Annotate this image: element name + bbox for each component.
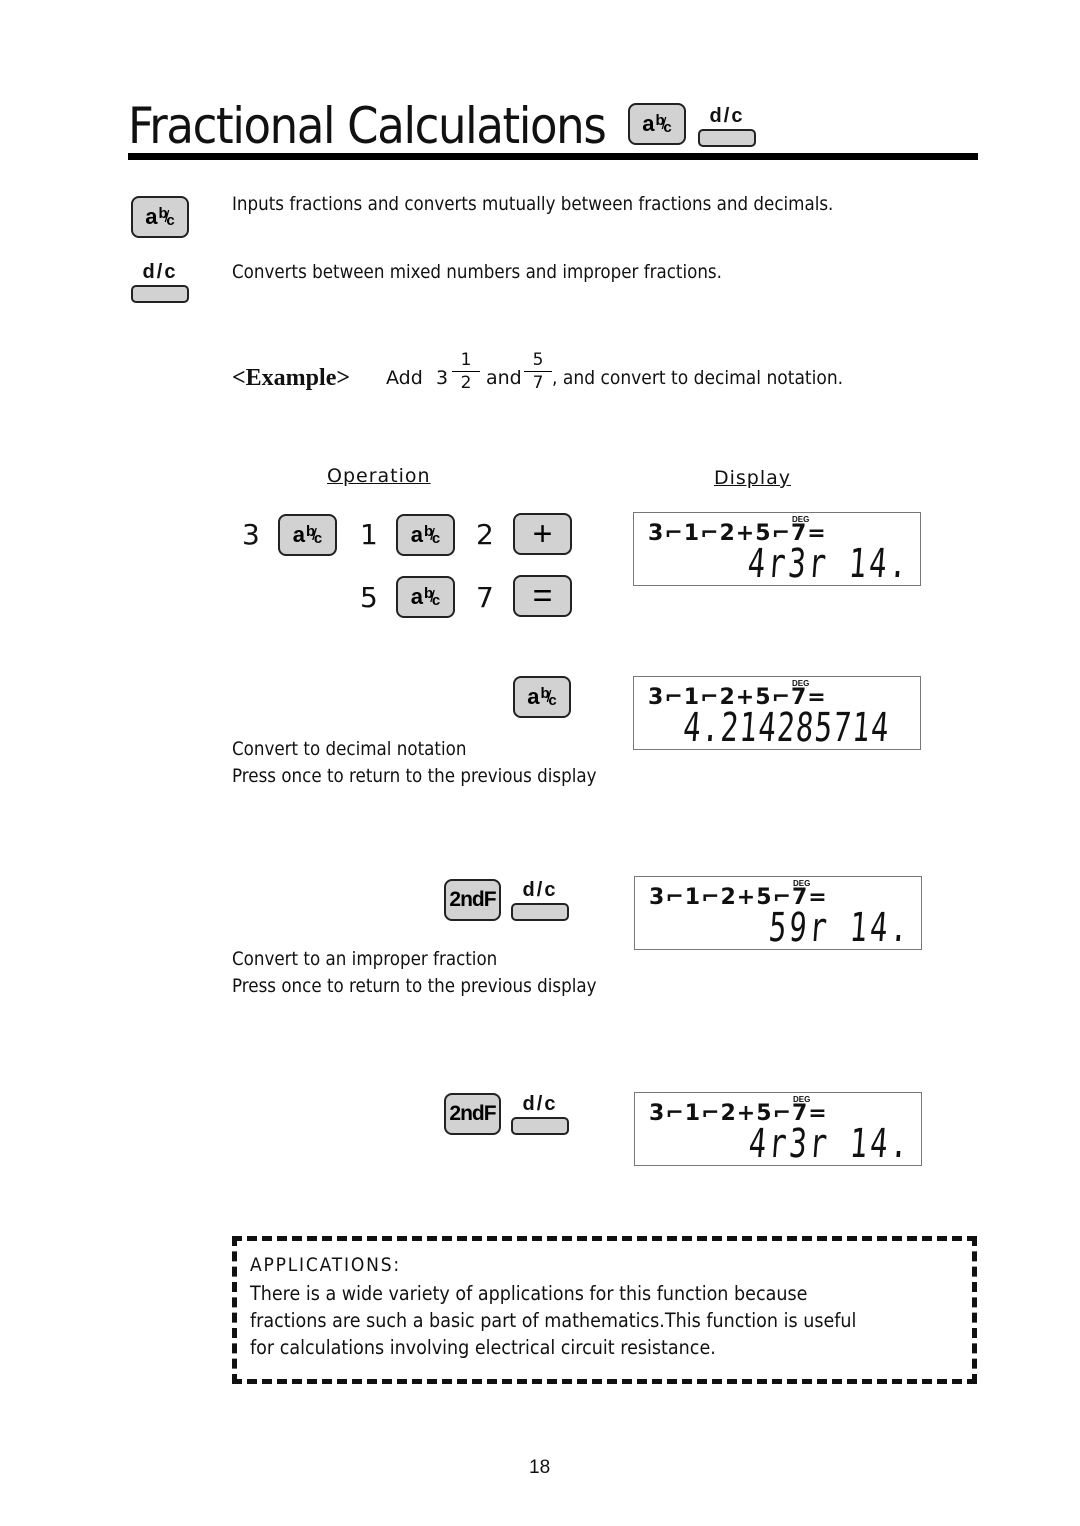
lcd-display: DEG 3⌐1⌐2+5⌐7= 59r 14.: [634, 876, 922, 951]
display-heading: Display: [714, 467, 792, 489]
fraction-five-sevenths: 5 7: [524, 350, 552, 393]
operation-heading: Operation: [327, 465, 431, 487]
step-note: Press once to return to the previous dis…: [232, 975, 597, 997]
lcd-result: 4r3r 14.: [747, 1121, 913, 1167]
example-tail: , and convert to decimal notation.: [552, 367, 844, 389]
dc-key-body: [698, 129, 756, 147]
second-function-key[interactable]: 2ndF: [444, 879, 501, 921]
dc-key-body: [511, 1117, 569, 1135]
page-number: 18: [529, 1457, 551, 1478]
fraction-denominator: 7: [532, 373, 544, 393]
abc-key-icon: a b / c: [131, 196, 189, 238]
abc-c: c: [663, 118, 672, 136]
lcd-display: DEG 3⌐1⌐2+5⌐7= 4r3r 14.: [633, 512, 921, 587]
dc-key-body: [131, 285, 189, 303]
title-rule: [128, 153, 978, 160]
lcd-result: 4r3r 14.: [746, 541, 912, 587]
dc-description: Converts between mixed numbers and impro…: [232, 261, 722, 283]
digit-1: 1: [360, 518, 378, 551]
abc-key[interactable]: a b / c: [278, 514, 337, 556]
fraction-bar: [452, 371, 480, 372]
applications-line: for calculations involving electrical ci…: [250, 1336, 716, 1359]
lcd-result: 59r 14.: [767, 905, 913, 951]
step-note: Press once to return to the previous dis…: [232, 765, 597, 787]
plus-key[interactable]: +: [513, 513, 572, 555]
applications-line: fractions are such a basic part of mathe…: [250, 1309, 857, 1332]
dc-key[interactable]: d/c: [511, 1094, 569, 1135]
fraction-bar: [524, 371, 552, 372]
second-function-key[interactable]: 2ndF: [444, 1093, 501, 1135]
example-label: <Example>: [232, 365, 351, 391]
page-title: Fractional Calculations: [128, 97, 607, 155]
step-note: Convert to an improper fraction: [232, 948, 498, 970]
dc-key-label: d/c: [709, 105, 745, 127]
fraction-denominator: 2: [460, 373, 472, 393]
dc-key-icon: d/c: [698, 106, 756, 147]
example-and: and: [486, 367, 522, 389]
example-add: Add: [386, 367, 423, 389]
dc-key-label: d/c: [522, 879, 558, 901]
lcd-display: DEG 3⌐1⌐2+5⌐7= 4.214285714: [633, 676, 921, 751]
example-whole: 3: [436, 367, 449, 389]
applications-line: There is a wide variety of applications …: [250, 1282, 808, 1305]
fraction-one-half: 1 2: [452, 350, 480, 393]
digit-3: 3: [242, 518, 260, 551]
abc-a: a: [642, 111, 655, 136]
lcd-display: DEG 3⌐1⌐2+5⌐7= 4r3r 14.: [634, 1092, 922, 1167]
equals-key[interactable]: =: [513, 575, 572, 617]
dc-key[interactable]: d/c: [511, 880, 569, 921]
dc-key-icon: d/c: [131, 262, 189, 303]
abc-key[interactable]: a b / c: [396, 514, 455, 556]
dc-key-body: [511, 903, 569, 921]
digit-7: 7: [476, 581, 494, 614]
abc-key[interactable]: a b / c: [396, 576, 455, 618]
abc-key-icon: a b / c: [628, 103, 686, 145]
lcd-result: 4.214285714: [681, 705, 892, 751]
digit-5: 5: [360, 581, 378, 614]
abc-description: Inputs fractions and converts mutually b…: [232, 193, 834, 215]
digit-2: 2: [476, 518, 494, 551]
dc-key-label: d/c: [522, 1093, 558, 1115]
step-note: Convert to decimal notation: [232, 738, 467, 760]
fraction-numerator: 1: [460, 350, 472, 370]
dc-key-label: d/c: [142, 261, 178, 283]
abc-key[interactable]: a b / c: [513, 676, 571, 718]
fraction-numerator: 5: [532, 350, 544, 370]
applications-title: APPLICATIONS:: [250, 1254, 401, 1276]
